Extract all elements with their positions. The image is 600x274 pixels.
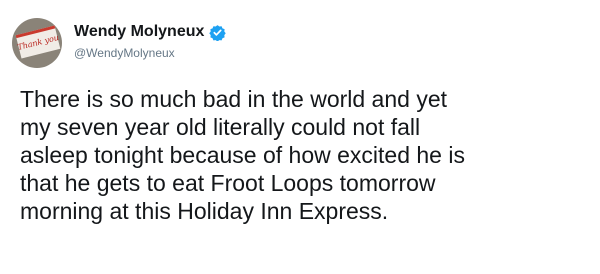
verified-badge-icon [209, 24, 227, 41]
tweet-card: Thank you Wendy Molyneux @WendyMolyneux … [0, 0, 600, 274]
name-row: Wendy Molyneux [74, 22, 227, 42]
avatar[interactable]: Thank you [12, 18, 62, 68]
display-name[interactable]: Wendy Molyneux [74, 22, 204, 42]
tweet-text: There is so much bad in the world and ye… [20, 86, 465, 224]
tweet-header: Wendy Molyneux @WendyMolyneux [74, 22, 227, 61]
user-handle[interactable]: @WendyMolyneux [74, 45, 226, 61]
avatar-card-text: Thank you [16, 32, 60, 52]
avatar-card: Thank you [15, 25, 61, 59]
